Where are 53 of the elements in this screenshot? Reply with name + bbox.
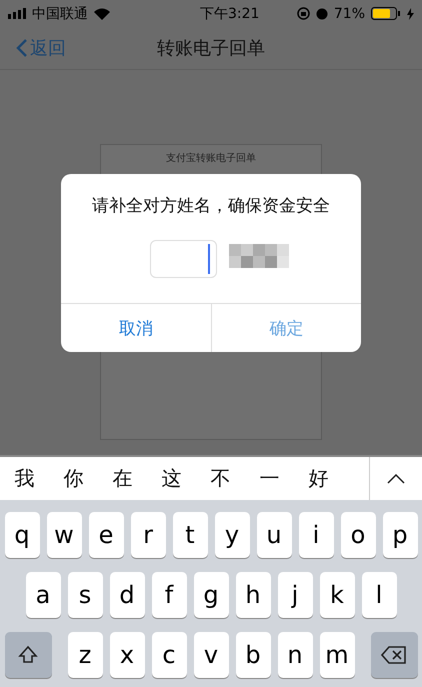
carrier-name: 中国联通: [32, 4, 88, 22]
text-cursor: [208, 244, 210, 274]
letter-key[interactable]: s: [68, 572, 102, 618]
battery-icon: [371, 7, 401, 20]
signal-icon: [8, 8, 26, 19]
status-time: 下午3:21: [200, 4, 260, 22]
delete-key[interactable]: [370, 632, 418, 678]
battery-percent: 71%: [334, 6, 365, 22]
letter-key[interactable]: k: [320, 572, 354, 618]
letter-key[interactable]: p: [382, 512, 418, 558]
letter-key[interactable]: z: [68, 632, 102, 678]
shift-key[interactable]: [4, 632, 52, 678]
letter-key[interactable]: e: [88, 512, 124, 558]
candidate-character[interactable]: 不: [196, 465, 245, 492]
letter-key[interactable]: b: [236, 632, 270, 678]
name-input-field[interactable]: [150, 240, 216, 278]
back-chevron-icon: [16, 38, 28, 58]
document-title: 支付宝转账电子回单: [166, 152, 256, 163]
letter-key[interactable]: x: [110, 632, 144, 678]
letter-key[interactable]: h: [236, 572, 270, 618]
letter-key[interactable]: a: [26, 572, 60, 618]
letter-key[interactable]: m: [320, 632, 354, 678]
candidate-character[interactable]: 一: [245, 465, 294, 492]
candidate-character[interactable]: 好: [294, 465, 343, 492]
letter-key[interactable]: u: [256, 512, 292, 558]
letter-key[interactable]: r: [130, 512, 166, 558]
rotation-lock-icon: [296, 7, 310, 20]
shift-arrow-icon: [18, 645, 38, 665]
letter-key[interactable]: i: [298, 512, 334, 558]
letter-key[interactable]: f: [152, 572, 186, 618]
letter-key[interactable]: y: [214, 512, 250, 558]
letter-key[interactable]: j: [278, 572, 312, 618]
letter-key[interactable]: l: [362, 572, 396, 618]
page-title: 转账电子回单: [156, 37, 266, 60]
letter-key[interactable]: q: [4, 512, 40, 558]
letter-key[interactable]: v: [194, 632, 228, 678]
charging-icon: [407, 8, 414, 20]
letter-key[interactable]: o: [340, 512, 376, 558]
candidate-character[interactable]: 你: [49, 465, 98, 492]
letter-key[interactable]: w: [46, 512, 82, 558]
letter-key[interactable]: g: [194, 572, 228, 618]
cancel-button[interactable]: 取消: [61, 304, 211, 352]
letter-key[interactable]: t: [172, 512, 208, 558]
dialog-message: 请补全对方姓名，确保资金安全: [91, 195, 331, 214]
candidate-character[interactable]: 这: [147, 465, 196, 492]
letter-key[interactable]: c: [152, 632, 186, 678]
chevron-up-icon: [387, 474, 405, 484]
candidate-character[interactable]: 在: [98, 465, 147, 492]
backspace-icon: [381, 646, 407, 664]
wifi-icon: [94, 8, 110, 20]
letter-key[interactable]: d: [110, 572, 144, 618]
candidate-character[interactable]: 我: [0, 465, 49, 492]
letter-key[interactable]: n: [278, 632, 312, 678]
